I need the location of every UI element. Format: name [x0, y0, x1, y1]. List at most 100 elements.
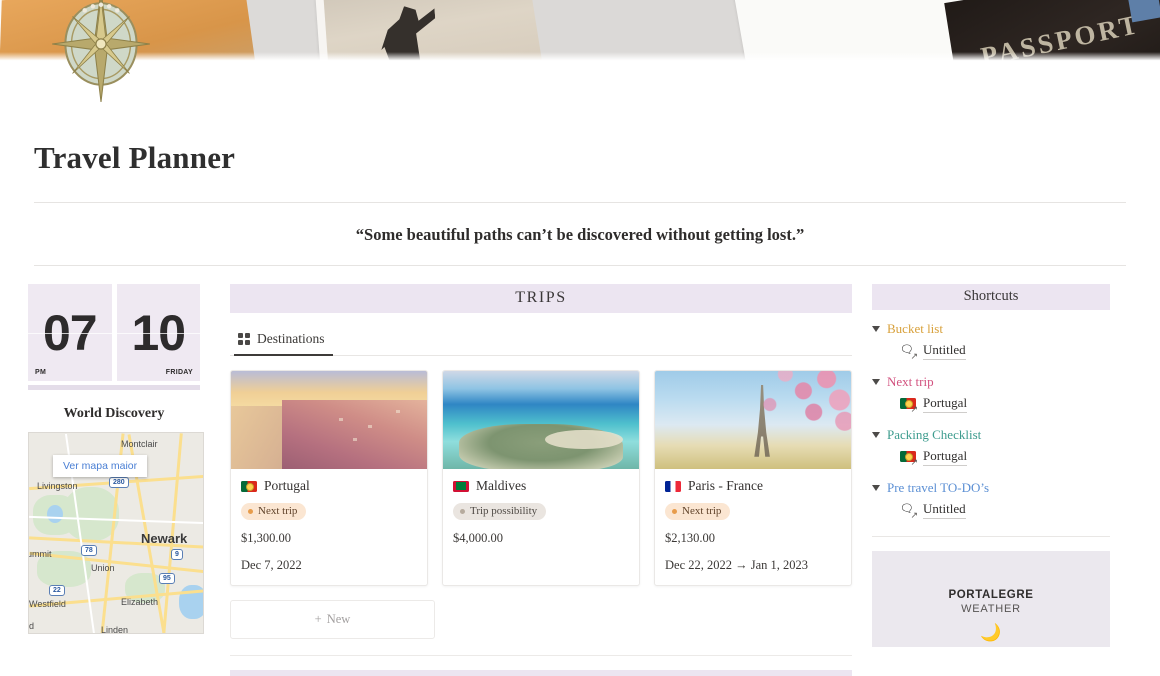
card-price: $4,000.00	[453, 531, 503, 545]
view-larger-map-button[interactable]: Ver mapa maior	[53, 455, 148, 477]
shortcuts-divider	[872, 536, 1110, 537]
main-column: TRIPS Destinations Portugal Next trip $1…	[212, 284, 872, 676]
map-shield-9: 9	[171, 549, 183, 560]
left-sidebar: 07 PM 10 FRIDAY World Discovery Montclai…	[0, 284, 212, 676]
trip-card[interactable]: Portugal Next trip $1,300.00 Dec 7, 2022	[230, 370, 428, 586]
clock-hour: 07	[42, 304, 98, 361]
portugal-flag-icon	[241, 480, 257, 492]
map-label-westfield: Westfield	[29, 599, 66, 609]
chevron-down-icon[interactable]	[872, 432, 880, 438]
maldives-flag-icon	[453, 480, 469, 492]
status-badge: Trip possibility	[453, 503, 547, 520]
clock-meridiem: PM	[35, 369, 47, 376]
header-banner: PASSPORT	[0, 0, 1160, 62]
shortcut-item-pre-travel-todos[interactable]: Pre travel TO-DO’s	[872, 478, 1110, 498]
shortcut-label: Next trip	[887, 374, 934, 389]
shortcut-child-untitled[interactable]: 🗨 ↗ Untitled	[872, 498, 1110, 522]
status-badge-label: Next trip	[258, 505, 298, 517]
shortcut-item-packing-checklist[interactable]: Packing Checklist	[872, 425, 1110, 445]
banner-fade	[0, 52, 1160, 62]
map-shield-280: 280	[109, 477, 129, 488]
shortcut-item-next-trip[interactable]: Next trip	[872, 372, 1110, 392]
world-discovery-title: World Discovery	[63, 406, 165, 421]
card-body: Paris - France Next trip $2,130.00 Dec 2…	[655, 469, 851, 585]
shortcut-group: Next trip ↗ Portugal	[872, 372, 1110, 416]
card-title: Maldives	[476, 478, 527, 493]
shortcut-child-label: Untitled	[923, 342, 966, 360]
shortcut-label: Pre travel TO-DO’s	[887, 480, 990, 495]
france-flag-icon	[665, 480, 681, 492]
card-price: $1,300.00	[241, 531, 291, 545]
portugal-flag-icon: ↗	[900, 397, 918, 414]
trip-card[interactable]: Paris - France Next trip $2,130.00 Dec 2…	[654, 370, 852, 586]
shortcut-label: Packing Checklist	[887, 427, 982, 442]
shortcut-child-label: Portugal	[923, 448, 968, 466]
shortcut-group: Pre travel TO-DO’s 🗨 ↗ Untitled	[872, 478, 1110, 522]
clock-minute: 10	[131, 304, 186, 361]
status-dot-icon	[248, 508, 253, 514]
shortcut-child-portugal[interactable]: ↗ Portugal	[872, 445, 1110, 469]
card-date: Dec 22, 2022 → Jan 1, 2023	[665, 558, 809, 572]
map-label-summit: ummit	[28, 549, 52, 559]
card-body: Maldives Trip possibility $4,000.00	[443, 469, 639, 570]
speech-bubble-icon: 🗨 ↗	[900, 344, 918, 361]
weather-city: PORTALEGRE	[948, 589, 1034, 601]
shortcut-label: Bucket list	[887, 321, 943, 336]
trip-card[interactable]: Maldives Trip possibility $4,000.00	[442, 370, 640, 586]
trips-section-header: TRIPS	[230, 284, 852, 313]
card-price: $2,130.00	[665, 531, 715, 545]
clock-weekday: FRIDAY	[165, 369, 193, 376]
tab-destinations-label: Destinations	[257, 331, 325, 346]
map-label-d: d	[29, 621, 35, 631]
shortcut-group: Bucket list 🗨 ↗ Untitled	[872, 319, 1110, 363]
clock-widget: 07 PM 10 FRIDAY	[28, 284, 200, 381]
open-arrow-icon: ↗	[910, 509, 918, 520]
page-title: Travel Planner	[34, 140, 236, 175]
chevron-down-icon[interactable]	[872, 379, 880, 385]
shortcut-child-portugal[interactable]: ↗ Portugal	[872, 392, 1110, 416]
card-date: Dec 7, 2022	[241, 558, 302, 572]
right-sidebar: Shortcuts Bucket list 🗨 ↗ Untitled Next …	[872, 284, 1160, 676]
section-divider	[230, 655, 852, 656]
card-title: Portugal	[264, 478, 310, 493]
shortcut-child-label: Untitled	[923, 501, 966, 519]
clock-hour-cell: 07 PM	[28, 284, 112, 381]
shortcut-child-untitled[interactable]: 🗨 ↗ Untitled	[872, 339, 1110, 363]
map-shield-22: 22	[49, 585, 65, 596]
map-label-newark: Newark	[141, 531, 188, 546]
body-columns: 07 PM 10 FRIDAY World Discovery Montclai…	[0, 266, 1160, 676]
plus-icon: +	[314, 612, 322, 626]
map-label-linden: Linden	[101, 625, 129, 634]
open-arrow-icon: ↗	[910, 350, 918, 361]
chevron-down-icon[interactable]	[872, 485, 880, 491]
status-dot-icon	[672, 508, 677, 514]
trips-tabs: Destinations	[230, 327, 852, 356]
weather-subtitle: WEATHER	[961, 603, 1021, 615]
crescent-moon-icon: 🌙	[980, 623, 1002, 642]
grid-gallery-icon	[238, 333, 250, 345]
compass-rose-icon	[52, 0, 150, 102]
shortcuts-header: Shortcuts	[872, 284, 1110, 310]
clock-base-bar	[28, 385, 200, 390]
open-arrow-icon: ↗	[910, 456, 918, 467]
clock-minute-cell: 10 FRIDAY	[116, 284, 200, 381]
open-arrow-icon: ↗	[910, 403, 918, 414]
page-title-wrap: Travel Planner	[0, 140, 1160, 176]
status-badge: Next trip	[665, 503, 731, 520]
speech-bubble-icon: 🗨 ↗	[900, 503, 918, 520]
card-image-paris	[655, 371, 851, 469]
map-shield-78: 78	[81, 545, 97, 556]
tab-destinations[interactable]: Destinations	[234, 327, 333, 356]
status-badge: Next trip	[241, 503, 307, 520]
map-label-union: Union	[91, 563, 115, 573]
card-title: Paris - France	[688, 478, 763, 493]
new-trip-button[interactable]: + New	[230, 600, 435, 639]
card-body: Portugal Next trip $1,300.00 Dec 7, 2022	[231, 469, 427, 585]
chevron-down-icon[interactable]	[872, 326, 880, 332]
page-quote: “Some beautiful paths can’t be discovere…	[355, 225, 805, 244]
shortcut-group: Packing Checklist ↗ Portugal	[872, 425, 1110, 469]
weather-widget[interactable]: PORTALEGRE WEATHER 🌙	[872, 551, 1110, 647]
shortcut-item-bucket-list[interactable]: Bucket list	[872, 319, 1110, 339]
map-widget[interactable]: Montclair Livingston Newark ummit Union …	[28, 432, 204, 634]
status-badge-label: Next trip	[682, 505, 722, 517]
